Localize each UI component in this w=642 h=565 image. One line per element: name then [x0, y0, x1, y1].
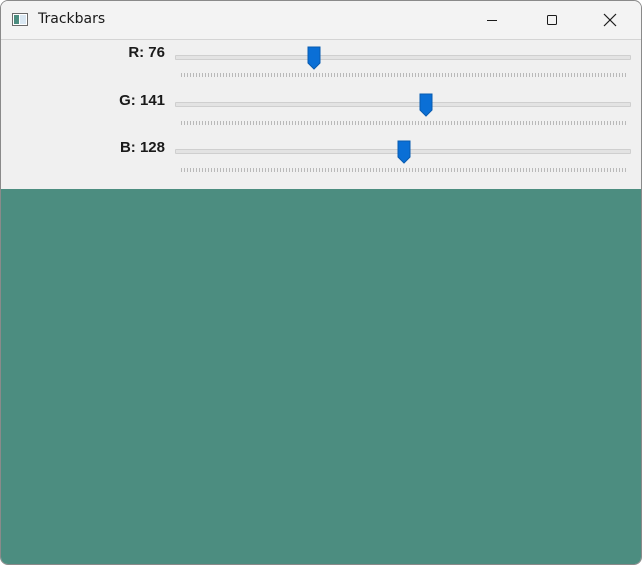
minimize-icon [487, 20, 497, 21]
trackbar-label-b: B: 128 [119, 139, 165, 156]
trackbar-thumb-g[interactable] [419, 93, 433, 117]
trackbar-label-g: G: 141 [119, 92, 165, 109]
trackbar-panel: R: 76 G: 141 B: 128 [1, 40, 641, 188]
trackbars-window: Trackbars R: 76 G: 141 B: 128 [0, 0, 642, 565]
trackbar-ticks-g [181, 121, 627, 125]
close-button[interactable] [587, 1, 633, 39]
color-preview [1, 189, 641, 564]
title-bar[interactable]: Trackbars [1, 1, 641, 40]
trackbar-ticks-b [181, 168, 627, 172]
trackbar-thumb-b[interactable] [397, 140, 411, 164]
trackbar-ticks-r [181, 73, 627, 77]
close-icon [603, 13, 617, 27]
trackbar-thumb-r[interactable] [307, 46, 321, 70]
window-title: Trackbars [38, 11, 106, 27]
trackbar-label-r: R: 76 [128, 44, 165, 61]
maximize-button[interactable] [529, 1, 575, 39]
maximize-icon [547, 15, 557, 25]
trackbar-track-r[interactable] [175, 55, 631, 60]
minimize-button[interactable] [469, 1, 515, 39]
app-window-icon [12, 13, 28, 26]
trackbar-track-g[interactable] [175, 102, 631, 107]
